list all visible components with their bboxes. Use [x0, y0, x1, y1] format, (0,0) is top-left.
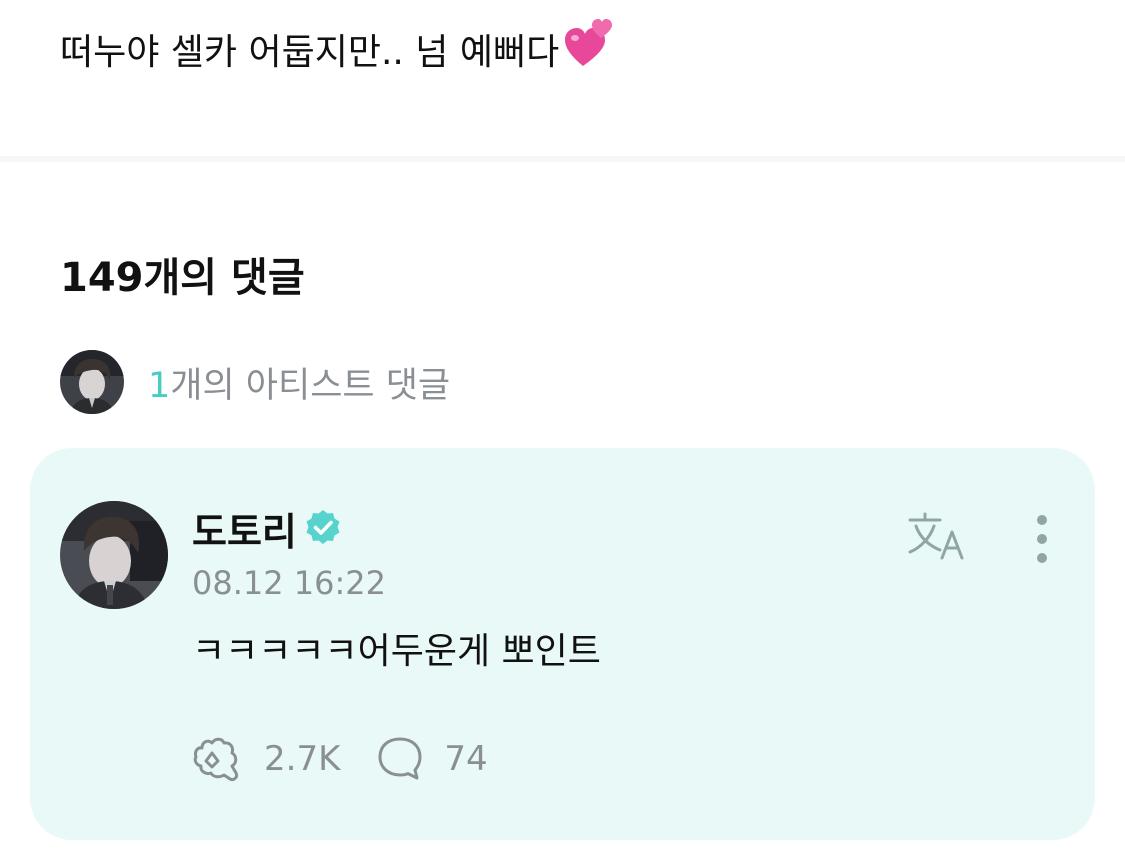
translate-icon [908, 512, 964, 560]
artist-avatar [60, 350, 124, 414]
more-vertical-icon [1037, 515, 1047, 563]
comment-author-name[interactable]: 도토리 [192, 501, 297, 556]
artist-comment-text: 개의 아티스트 댓글 [170, 365, 451, 406]
comment-count-heading: 149개의 댓글 [60, 255, 305, 301]
comment-bubble-icon [378, 737, 422, 780]
artist-comment-card: 도토리 08.12 16:22 ㅋㅋㅋㅋㅋ어두운게 뽀인트 2.7K 74 [30, 448, 1095, 840]
artist-comments-label: 1개의 아티스트 댓글 [148, 357, 450, 408]
translate-button[interactable] [906, 510, 976, 564]
comment-actions: 2.7K 74 [192, 732, 488, 786]
section-divider [0, 156, 1125, 162]
artist-comments-filter[interactable]: 1개의 아티스트 댓글 [60, 350, 450, 414]
like-count: 2.7K [264, 739, 341, 779]
reply-count: 74 [444, 739, 488, 779]
reply-button[interactable]: 74 [376, 735, 488, 783]
like-icon [193, 737, 238, 781]
like-button[interactable]: 2.7K [192, 733, 340, 785]
more-options-button[interactable] [1024, 512, 1060, 566]
comment-text: ㅋㅋㅋㅋㅋ어두운게 뽀인트 [192, 631, 601, 672]
comment-timestamp: 08.12 16:22 [192, 564, 386, 602]
post-text: 떠누야 셀카 어둡지만.. 넘 예뻐다 [60, 16, 617, 87]
two-hearts-icon [563, 16, 617, 87]
comment-author-avatar[interactable] [60, 501, 168, 609]
verified-badge-icon [303, 508, 343, 548]
comment-author-row: 도토리 [192, 500, 343, 556]
post-text-content: 떠누야 셀카 어둡지만.. 넘 예뻐다 [60, 32, 560, 73]
artist-comment-count: 1 [148, 365, 171, 406]
